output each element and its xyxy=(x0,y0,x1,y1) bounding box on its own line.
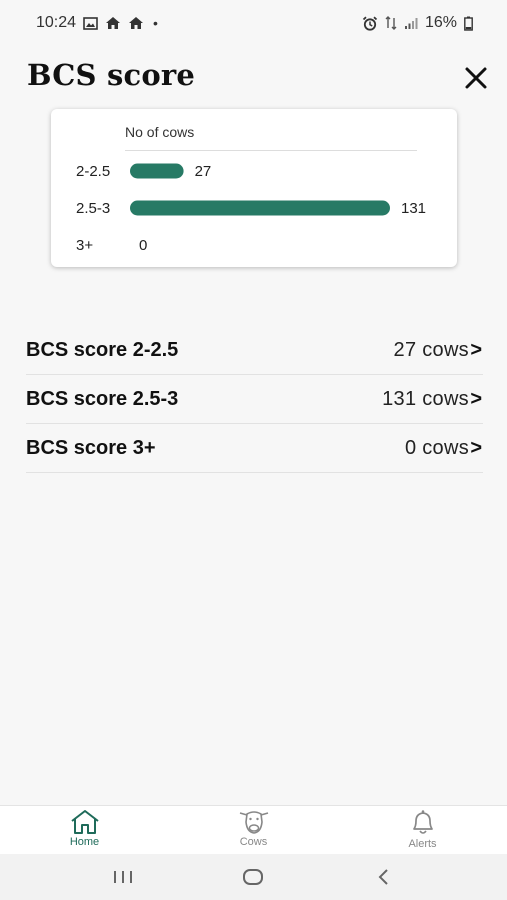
gallery-icon xyxy=(83,16,98,30)
home-icon xyxy=(105,16,121,30)
bottom-navigation: Home Cows Alerts xyxy=(0,805,507,854)
nav-tab-alerts[interactable]: Alerts xyxy=(338,806,507,854)
recent-apps-button[interactable] xyxy=(103,862,143,892)
system-navigation-bar xyxy=(0,854,507,900)
row-count: 131 cows xyxy=(382,387,469,410)
battery-icon xyxy=(464,16,473,31)
home-icon xyxy=(70,810,99,834)
status-right: 16% xyxy=(362,14,473,32)
chevron-right-icon: > xyxy=(470,387,482,410)
bcs-chart-card: No of cows 2-2.5 27 2.5-3 131 3+ 0 xyxy=(51,109,457,267)
list-item-bcs-2-5-3[interactable]: BCS score 2.5-3 131 cows > xyxy=(26,375,483,424)
status-bar: 10:24 • 16% xyxy=(0,0,507,46)
notification-dot-icon: • xyxy=(153,15,158,31)
bar-value-label: 131 xyxy=(401,200,426,217)
back-button[interactable] xyxy=(364,862,404,892)
row-count: 0 cows xyxy=(404,436,469,459)
page-title: BCS score xyxy=(27,58,196,92)
nav-tab-cows[interactable]: Cows xyxy=(169,806,338,854)
nav-tab-home[interactable]: Home xyxy=(0,806,169,854)
home-system-button[interactable] xyxy=(233,862,273,892)
bar-value-label: 27 xyxy=(195,163,212,180)
row-count: 27 cows xyxy=(393,338,469,361)
bcs-bar-chart: 2-2.5 27 2.5-3 131 3+ 0 xyxy=(76,163,426,254)
chart-bar xyxy=(130,163,184,179)
status-left: 10:24 • xyxy=(36,14,158,32)
row-label: BCS score 3+ xyxy=(26,436,156,459)
bar-value-label: 0 xyxy=(139,237,147,254)
chart-bar xyxy=(130,200,390,216)
list-item-bcs-3-plus[interactable]: BCS score 3+ 0 cows > xyxy=(26,424,483,473)
bcs-score-list: BCS score 2-2.5 27 cows > BCS score 2.5-… xyxy=(26,326,483,473)
data-icon xyxy=(385,16,397,30)
nav-label-alerts: Alerts xyxy=(408,838,437,850)
row-label: BCS score 2-2.5 xyxy=(26,338,179,361)
cow-icon xyxy=(239,811,268,834)
chevron-right-icon: > xyxy=(470,338,482,361)
status-time: 10:24 xyxy=(36,14,77,31)
nav-label-cows: Cows xyxy=(239,836,268,848)
recent-apps-icon xyxy=(114,871,133,883)
category-label: 2-2.5 xyxy=(76,163,110,180)
nav-label-home: Home xyxy=(69,836,100,848)
close-icon xyxy=(465,67,487,89)
home-circle-icon xyxy=(243,869,264,885)
list-item-bcs-2-2-5[interactable]: BCS score 2-2.5 27 cows > xyxy=(26,326,483,375)
chevron-right-icon: > xyxy=(470,436,482,459)
battery-percentage: 16% xyxy=(424,14,457,31)
close-button[interactable] xyxy=(460,62,492,94)
row-label: BCS score 2.5-3 xyxy=(26,387,179,410)
category-label: 2.5-3 xyxy=(76,200,110,217)
back-icon xyxy=(378,869,388,885)
category-label: 3+ xyxy=(76,237,93,254)
alarm-icon xyxy=(362,16,378,31)
bell-icon xyxy=(412,810,433,834)
home-icon xyxy=(128,16,144,30)
signal-icon xyxy=(404,17,418,30)
